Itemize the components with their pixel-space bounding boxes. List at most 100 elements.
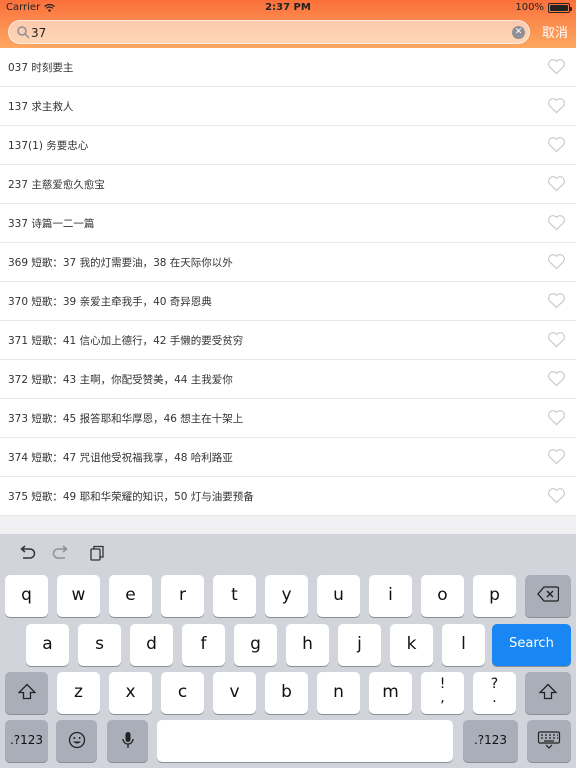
paste-icon[interactable] — [86, 544, 106, 562]
heart-icon[interactable] — [547, 214, 566, 231]
key-label-bottom: , — [440, 690, 445, 706]
list-item[interactable]: 372 短歌：43 主啊，你配受赞美，44 主我爱你 — [0, 360, 576, 399]
song-title: 237 主慈爱愈久愈宝 — [8, 179, 105, 191]
shift-key-right[interactable] — [525, 672, 571, 714]
list-footer-gap — [0, 516, 576, 534]
key-u[interactable]: u — [317, 575, 360, 617]
key-i[interactable]: i — [369, 575, 412, 617]
dismiss-keyboard-key[interactable] — [527, 720, 571, 762]
search-bar[interactable]: ✕ — [8, 20, 530, 44]
search-icon — [17, 26, 30, 39]
key-n[interactable]: n — [317, 672, 360, 714]
song-list: 037 时刻要主 137 求主救人 137(1) 务要忠心 237 主慈爱愈久愈… — [0, 48, 576, 516]
key-o[interactable]: o — [421, 575, 464, 617]
heart-icon[interactable] — [547, 136, 566, 153]
song-title: 375 短歌：49 耶和华荣耀的知识，50 灯与油要预备 — [8, 491, 254, 503]
clear-icon[interactable]: ✕ — [512, 26, 525, 39]
key-y[interactable]: y — [265, 575, 308, 617]
cancel-button[interactable]: 取消 — [542, 22, 568, 41]
search-key[interactable]: Search — [492, 624, 571, 666]
list-item[interactable]: 137 求主救人 — [0, 87, 576, 126]
dictation-key[interactable] — [107, 720, 148, 762]
heart-icon[interactable] — [547, 175, 566, 192]
search-input[interactable] — [31, 23, 511, 42]
redo-icon[interactable] — [51, 544, 71, 562]
key-question-period[interactable]: ? . — [473, 672, 516, 714]
backspace-key[interactable] — [525, 575, 571, 617]
undo-icon[interactable] — [17, 544, 37, 562]
heart-icon[interactable] — [547, 58, 566, 75]
key-e[interactable]: e — [109, 575, 152, 617]
list-item[interactable]: 137(1) 务要忠心 — [0, 126, 576, 165]
key-t[interactable]: t — [213, 575, 256, 617]
song-title: 371 短歌：41 信心加上德行，42 手懒的要受贫穷 — [8, 335, 244, 347]
list-item[interactable]: 370 短歌：39 亲爱主牵我手，40 奇异恩典 — [0, 282, 576, 321]
key-c[interactable]: c — [161, 672, 204, 714]
key-d[interactable]: d — [130, 624, 173, 666]
key-q[interactable]: q — [5, 575, 48, 617]
list-item[interactable]: 037 时刻要主 — [0, 48, 576, 87]
heart-icon[interactable] — [547, 97, 566, 114]
key-s[interactable]: s — [78, 624, 121, 666]
song-title: 373 短歌：45 报答耶和华厚恩，46 想主在十架上 — [8, 413, 244, 425]
song-title: 337 诗篇一二一篇 — [8, 218, 95, 230]
keyboard-toolbar — [0, 534, 576, 572]
shift-key-left[interactable] — [5, 672, 48, 714]
song-title: 372 短歌：43 主啊，你配受赞美，44 主我爱你 — [8, 374, 233, 386]
list-item[interactable]: 371 短歌：41 信心加上德行，42 手懒的要受贫穷 — [0, 321, 576, 360]
list-item[interactable]: 237 主慈爱愈久愈宝 — [0, 165, 576, 204]
list-item[interactable]: 375 短歌：49 耶和华荣耀的知识，50 灯与油要预备 — [0, 477, 576, 516]
key-w[interactable]: w — [57, 575, 100, 617]
key-b[interactable]: b — [265, 672, 308, 714]
shift-icon — [16, 683, 37, 700]
key-label-top: ! — [439, 676, 446, 692]
keyboard: q w e r t y u i o p a s d f g h j k l Se… — [0, 534, 576, 768]
heart-icon[interactable] — [547, 409, 566, 426]
status-bar: Carrier 2:37 PM 100% — [0, 0, 576, 16]
space-key[interactable] — [157, 720, 453, 762]
key-m[interactable]: m — [369, 672, 412, 714]
heart-icon[interactable] — [547, 487, 566, 504]
song-title: 037 时刻要主 — [8, 62, 74, 74]
list-item[interactable]: 337 诗篇一二一篇 — [0, 204, 576, 243]
emoji-icon — [68, 731, 85, 749]
song-title: 137(1) 务要忠心 — [8, 140, 89, 152]
heart-icon[interactable] — [547, 292, 566, 309]
song-title: 137 求主救人 — [8, 101, 74, 113]
list-item[interactable]: 369 短歌：37 我的灯需要油，38 在天际你以外 — [0, 243, 576, 282]
key-j[interactable]: j — [338, 624, 381, 666]
key-r[interactable]: r — [161, 575, 204, 617]
key-label-bottom: . — [492, 690, 497, 706]
song-title: 374 短歌：47 咒诅他受祝福我享，48 哈利路亚 — [8, 452, 233, 464]
key-l[interactable]: l — [442, 624, 485, 666]
emoji-key[interactable] — [56, 720, 97, 762]
backspace-icon — [537, 586, 560, 602]
heart-icon[interactable] — [547, 331, 566, 348]
key-a[interactable]: a — [26, 624, 69, 666]
list-item[interactable]: 373 短歌：45 报答耶和华厚恩，46 想主在十架上 — [0, 399, 576, 438]
key-z[interactable]: z — [57, 672, 100, 714]
song-title: 369 短歌：37 我的灯需要油，38 在天际你以外 — [8, 257, 233, 269]
numbers-key-right[interactable]: .?123 — [463, 720, 518, 762]
keyboard-dismiss-icon — [537, 731, 561, 749]
status-time: 2:37 PM — [265, 2, 311, 13]
key-x[interactable]: x — [109, 672, 152, 714]
key-label-top: ? — [490, 676, 499, 692]
key-g[interactable]: g — [234, 624, 277, 666]
heart-icon[interactable] — [547, 253, 566, 270]
key-p[interactable]: p — [473, 575, 516, 617]
app-header: Carrier 2:37 PM 100% ✕ 取消 — [0, 0, 576, 48]
song-title: 370 短歌：39 亲爱主牵我手，40 奇异恩典 — [8, 296, 212, 308]
battery-percent: 100% — [515, 2, 544, 13]
numbers-key-left[interactable]: .?123 — [5, 720, 48, 762]
key-f[interactable]: f — [182, 624, 225, 666]
shift-icon — [538, 683, 558, 700]
key-h[interactable]: h — [286, 624, 329, 666]
heart-icon[interactable] — [547, 448, 566, 465]
key-k[interactable]: k — [390, 624, 433, 666]
list-item[interactable]: 374 短歌：47 咒诅他受祝福我享，48 哈利路亚 — [0, 438, 576, 477]
heart-icon[interactable] — [547, 370, 566, 387]
key-v[interactable]: v — [213, 672, 256, 714]
key-exclaim-comma[interactable]: ! , — [421, 672, 464, 714]
battery-icon — [548, 2, 572, 13]
